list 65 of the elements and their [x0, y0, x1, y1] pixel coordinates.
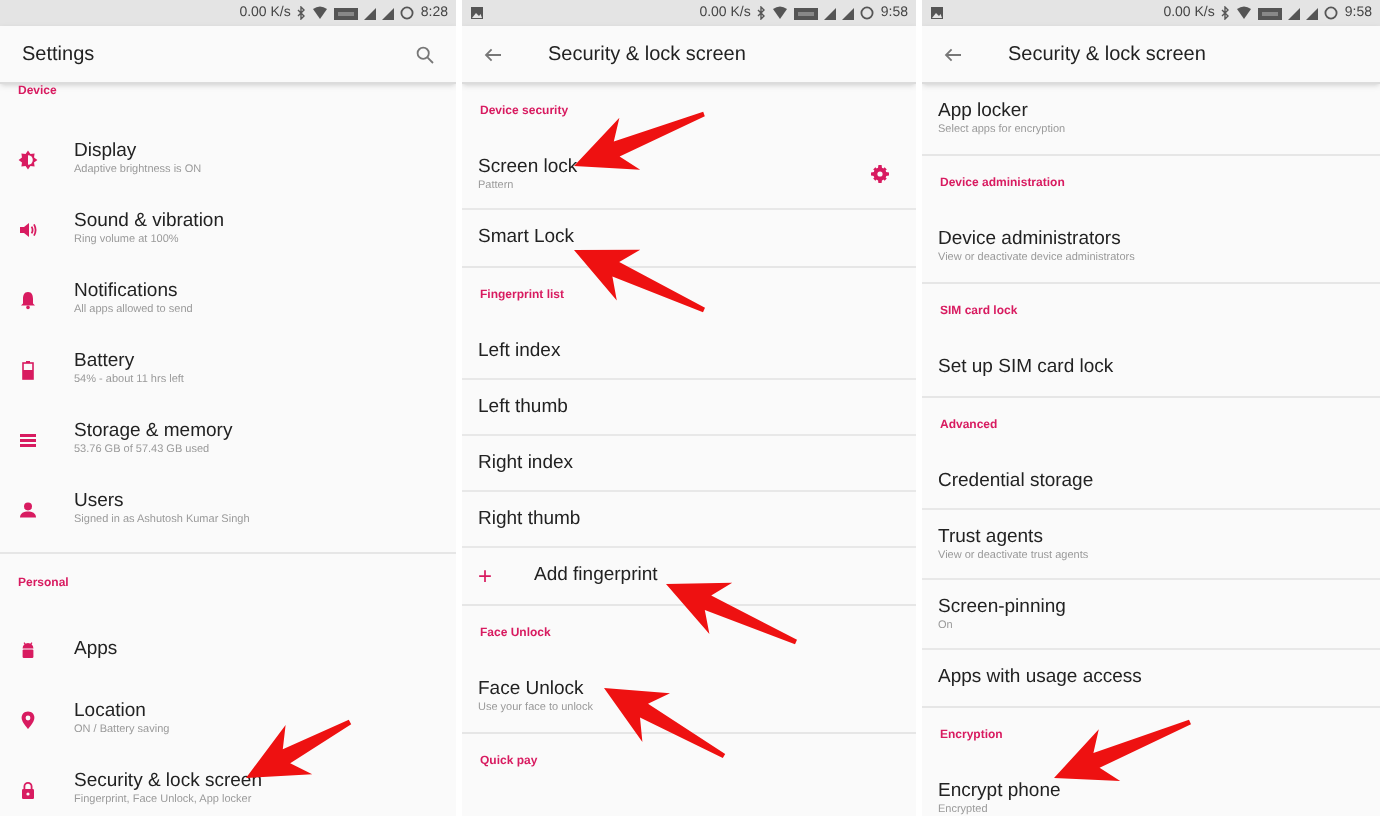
item-title: Encrypt phone — [938, 780, 1063, 804]
item-title: Right thumb — [478, 507, 583, 531]
settings-item[interactable]: Smart Lock — [462, 210, 916, 266]
settings-item[interactable]: Left thumb — [462, 380, 916, 436]
screen-title: Settings — [22, 41, 95, 69]
search-button[interactable] — [416, 45, 434, 63]
item-title: Apps with usage access — [938, 666, 1144, 690]
lock-icon — [18, 779, 38, 799]
back-button[interactable] — [944, 47, 962, 61]
robot-icon — [18, 639, 38, 659]
settings-item[interactable]: + Add fingerprint — [462, 548, 916, 604]
person-icon — [18, 499, 38, 519]
item-title: Location — [74, 700, 148, 724]
settings-item[interactable]: Left index — [462, 324, 916, 380]
item-title: Notifications — [74, 280, 180, 304]
annotation-arrow — [666, 582, 797, 645]
item-title: Set up SIM card lock — [938, 356, 1116, 380]
item-title: Sound & vibration — [74, 210, 226, 234]
item-title: Add fingerprint — [534, 564, 660, 588]
bluetooth-icon — [756, 6, 767, 20]
bluetooth-icon — [1220, 6, 1231, 20]
item-title: Apps — [74, 637, 120, 661]
annotation-arrow — [574, 111, 705, 170]
item-title: Credential storage — [938, 469, 1096, 493]
settings-item[interactable]: Apps — [0, 614, 456, 684]
speaker-icon — [18, 219, 38, 239]
settings-item[interactable]: Set up SIM card lock — [922, 340, 1380, 396]
item-title: Left index — [478, 339, 563, 363]
item-title: Security & lock screen — [74, 770, 264, 794]
wifi-icon — [772, 6, 789, 20]
settings-item[interactable]: Apps with usage access — [922, 650, 1380, 706]
annotation-arrow — [1054, 719, 1191, 781]
image-icon — [470, 6, 484, 20]
wifi-icon — [1236, 6, 1253, 20]
annotation-arrow — [246, 719, 352, 778]
item-title: Screen lock — [478, 155, 580, 179]
item-title: Storage & memory — [74, 420, 235, 444]
item-title: Trust agents — [938, 525, 1045, 549]
item-title: Battery — [74, 350, 137, 374]
item-title: Right index — [478, 451, 576, 475]
item-title: Smart Lock — [478, 226, 577, 250]
item-title: Left thumb — [478, 395, 570, 419]
annotation-arrow — [604, 688, 726, 758]
item-title: Screen-pinning — [938, 595, 1068, 619]
item-title: App locker — [938, 100, 1030, 124]
screen-title: Security & lock screen — [1008, 41, 1206, 69]
plus-icon: + — [478, 564, 534, 588]
image-icon — [930, 6, 944, 20]
item-title: Device administrators — [938, 228, 1123, 252]
back-button[interactable] — [484, 47, 502, 61]
item-title: Users — [74, 490, 126, 514]
brightness-icon — [18, 149, 38, 169]
item-title: Face Unlock — [478, 678, 586, 702]
item-title: Display — [74, 140, 139, 164]
annotation-arrow — [574, 249, 705, 313]
location-pin-icon — [18, 709, 38, 729]
settings-item[interactable]: Credential storage — [922, 454, 1380, 510]
bluetooth-icon — [296, 6, 307, 20]
wifi-icon — [312, 6, 329, 20]
settings-item[interactable]: Right index — [462, 436, 916, 492]
list-icon — [18, 429, 38, 449]
bell-icon — [18, 289, 38, 309]
gear-icon[interactable] — [870, 164, 890, 184]
settings-item[interactable]: Right thumb — [462, 492, 916, 548]
screen-title: Security & lock screen — [548, 41, 746, 69]
